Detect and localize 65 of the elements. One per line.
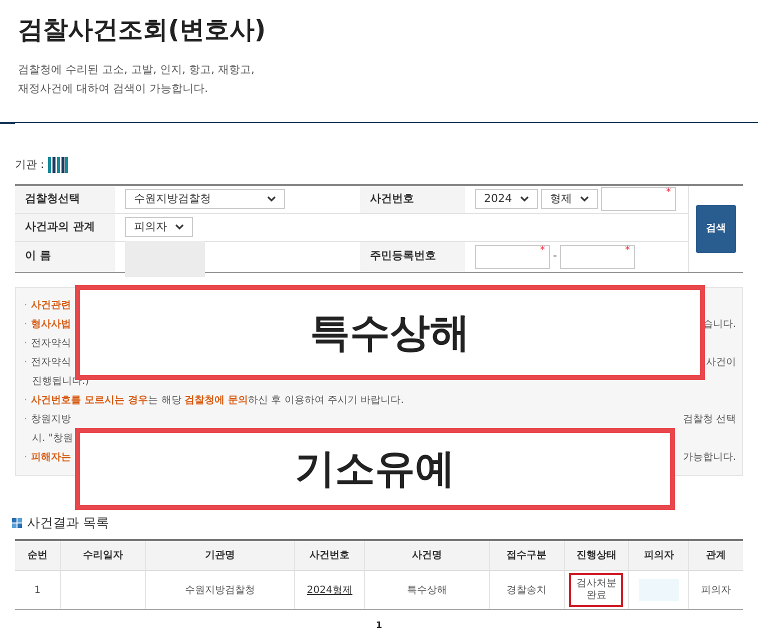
column-header: 기관명 — [144, 541, 294, 570]
notice-text: 시. "창원 — [31, 432, 73, 446]
chevron-icon — [520, 196, 529, 202]
input-field[interactable]: * — [560, 244, 635, 268]
status-cell: 검사처분 완료 — [569, 573, 624, 607]
input-field[interactable]: * — [475, 244, 550, 268]
search-button[interactable]: 검색 — [696, 204, 736, 252]
page-description: 검찰청에 수리된 고소, 고발, 인지, 항고, 재항고, — [18, 62, 256, 78]
chevron-icon — [175, 224, 184, 230]
page-description: 재정사건에 대하여 검색이 가능합니다. — [18, 81, 209, 97]
select-field[interactable]: 형제 — [541, 189, 598, 209]
annotation-box: 기소유예 — [75, 428, 675, 510]
separator: - — [553, 248, 557, 264]
required-mark: * — [666, 186, 671, 200]
column-header: 순번 — [26, 549, 48, 563]
form-label: 사건과의 관계 — [15, 214, 115, 240]
bullet: · — [24, 412, 28, 426]
notice-text: 사건이 — [706, 356, 736, 370]
form-label: 이 름 — [15, 242, 115, 272]
notice-text: 사건관련 — [31, 298, 72, 312]
section-icon — [12, 518, 22, 528]
notice-text: 전자약식 — [31, 356, 72, 370]
table-cell-text: 경찰송치 — [506, 584, 547, 598]
chevron-icon — [580, 196, 589, 202]
bullet: · — [24, 356, 28, 370]
select-field[interactable]: 피의자 — [125, 217, 193, 237]
agency-label: 기관 : — [15, 157, 44, 173]
input-field[interactable]: * — [601, 187, 676, 211]
notice-text: 가능합니다. — [682, 450, 736, 464]
page-title: 검찰사건조회(변호사) — [18, 14, 267, 46]
annotation-box: 특수상해 — [75, 285, 705, 380]
chevron-icon — [267, 196, 276, 202]
section-title: 사건결과 목록 — [27, 514, 110, 532]
notice-text: 전자약식 — [31, 336, 72, 350]
bullet: · — [24, 394, 28, 408]
column-header: 사건번호 — [294, 541, 364, 570]
agency-logo-icon — [48, 157, 68, 174]
table-cell-text: 1 — [34, 584, 41, 598]
table-cell-text: 수원지방검찰청 — [184, 584, 255, 598]
column-header: 피의자 — [628, 541, 688, 570]
notice-text: 사건번호를 모르시는 경우는 해당 검찰청에 문의하신 후 이용하여 주시기 바랍니다. — [31, 394, 404, 408]
column-header: 진행상태 — [564, 541, 628, 570]
column-header: 사건명 — [364, 541, 489, 570]
table-cell-text: 피의자 — [701, 584, 732, 598]
notice-text: 검찰청 선택 — [682, 412, 736, 426]
case-number-link[interactable]: 2024형제 — [306, 582, 352, 598]
bullet: · — [24, 298, 28, 312]
bullet: · — [24, 450, 28, 464]
bullet: · — [24, 318, 28, 332]
column-header: 관계 — [688, 541, 744, 570]
notice-text: 창원지방 — [31, 412, 72, 426]
table-cell-text: 특수상해 — [406, 584, 447, 598]
required-mark: * — [624, 244, 630, 258]
form-label: 사건번호 — [360, 186, 465, 212]
notice-text: 피해자는 — [31, 450, 72, 464]
column-header: 수리일자 — [60, 541, 145, 570]
required-mark: * — [540, 244, 545, 258]
page-link[interactable]: 1 — [376, 620, 382, 634]
column-header: 접수구분 — [488, 541, 564, 570]
bullet: · — [24, 336, 28, 350]
select-field[interactable]: 2024 — [475, 189, 538, 209]
form-label: 주민등록번호 — [360, 242, 465, 272]
form-label: 검찰청선택 — [15, 186, 115, 212]
select-field[interactable]: 수원지방검찰청 — [125, 189, 285, 209]
notice-text: 형사사법 — [31, 318, 72, 332]
